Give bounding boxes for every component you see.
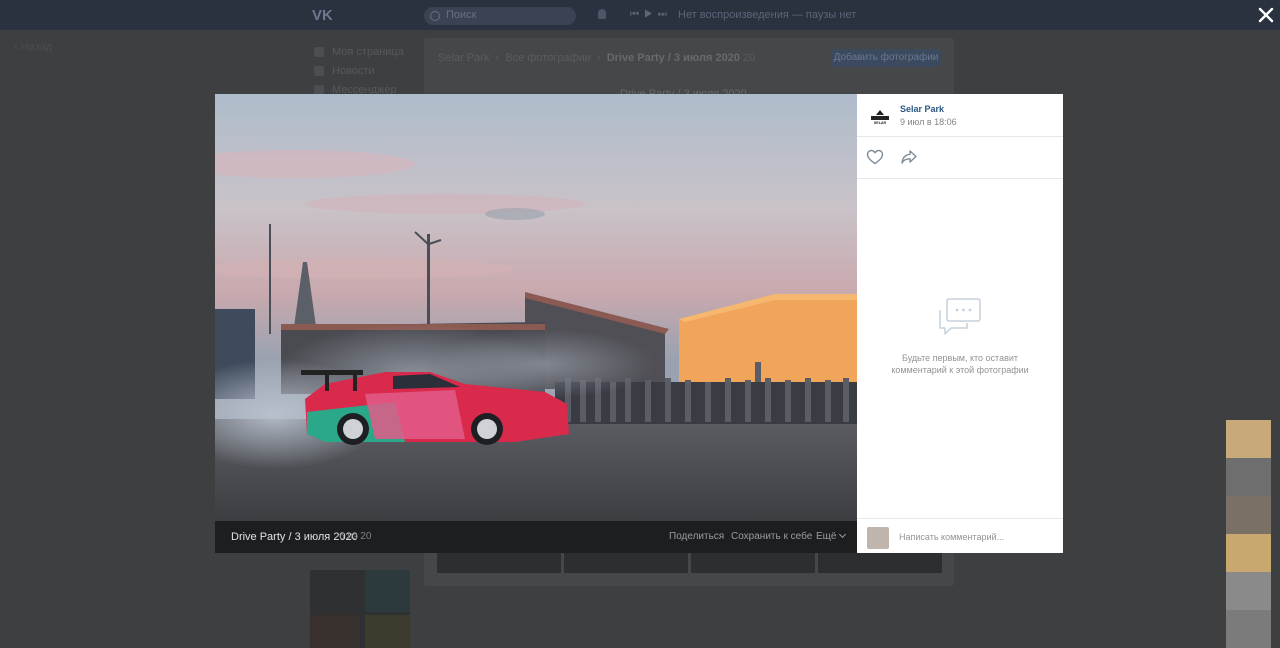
close-icon[interactable] xyxy=(1255,4,1277,26)
left-menu: Моя страница Новости Мессенджер xyxy=(314,42,404,99)
home-icon xyxy=(314,46,324,57)
photo[interactable] xyxy=(215,94,857,521)
photo-counter: 6 из 20 xyxy=(339,531,372,542)
comment-input[interactable] xyxy=(895,526,1063,548)
album-thumbnail[interactable] xyxy=(564,553,688,573)
search-placeholder: Поиск xyxy=(446,9,477,21)
back-label: Назад xyxy=(20,41,53,53)
search-icon xyxy=(430,11,440,21)
save-link[interactable]: Сохранить к себе xyxy=(731,531,812,542)
share-icon[interactable] xyxy=(900,149,918,170)
album-thumbnails xyxy=(437,553,942,573)
player-controls-icon[interactable]: ⏮▶⏭ xyxy=(630,9,672,20)
top-nav-bar: VK Поиск ⏮▶⏭ Нет воспроизведения — паузы… xyxy=(0,0,1280,30)
menu-label: Моя страница xyxy=(332,45,404,58)
comments-icon xyxy=(939,298,981,341)
album-thumbnail[interactable] xyxy=(437,553,561,573)
search-input[interactable]: Поиск xyxy=(424,7,576,25)
side-color-strip xyxy=(1226,420,1271,648)
breadcrumb: Selar Park › Все фотографии › Drive Part… xyxy=(438,52,756,64)
breadcrumb-all-photos[interactable]: Все фотографии xyxy=(505,52,591,64)
player-status: Нет воспроизведения — паузы нет xyxy=(678,9,857,21)
add-photos-button[interactable]: Добавить фотографии xyxy=(831,49,941,67)
svg-text:SELAR: SELAR xyxy=(874,121,887,125)
more-label: Ещё xyxy=(816,531,837,542)
heart-icon[interactable] xyxy=(866,149,884,170)
photo-footer: Drive Party / 3 июля 2020 6 из 20 Подели… xyxy=(215,521,857,553)
sidebar-thumbnail[interactable] xyxy=(310,570,410,648)
more-menu[interactable]: Ещё xyxy=(816,530,847,542)
menu-label: Новости xyxy=(332,64,375,77)
chevron-down-icon xyxy=(839,530,847,539)
empty-comments-message: Будьте первым, кто оставит комментарий к… xyxy=(891,353,1029,375)
message-icon xyxy=(314,84,324,95)
breadcrumb-root[interactable]: Selar Park xyxy=(438,52,489,64)
album-thumbnail[interactable] xyxy=(691,553,815,573)
news-icon xyxy=(314,65,324,76)
current-user-avatar[interactable] xyxy=(867,527,889,549)
avatar[interactable]: SELAR xyxy=(868,103,892,127)
menu-item-news[interactable]: Новости xyxy=(314,61,404,80)
back-link[interactable]: ‹ Назад xyxy=(14,41,52,53)
album-thumbnail[interactable] xyxy=(818,553,942,573)
bell-icon[interactable] xyxy=(598,9,606,19)
post-actions xyxy=(857,137,1063,179)
menu-item-my-page[interactable]: Моя страница xyxy=(314,42,404,61)
post-header: SELAR Selar Park 9 июл в 18:06 xyxy=(857,94,1063,137)
post-author[interactable]: Selar Park xyxy=(900,104,944,114)
photo-info-panel: SELAR Selar Park 9 июл в 18:06 Будьте пе… xyxy=(857,94,1063,553)
post-date[interactable]: 9 июл в 18:06 xyxy=(900,117,957,127)
breadcrumb-album: Drive Party / 3 июля 2020 xyxy=(606,52,740,64)
photo-viewer: Drive Party / 3 июля 2020 6 из 20 Подели… xyxy=(215,94,1063,553)
comment-bar xyxy=(857,518,1063,554)
vk-logo[interactable]: VK xyxy=(312,7,333,24)
share-link[interactable]: Поделиться xyxy=(669,531,724,542)
breadcrumb-count: 20 xyxy=(743,52,756,64)
